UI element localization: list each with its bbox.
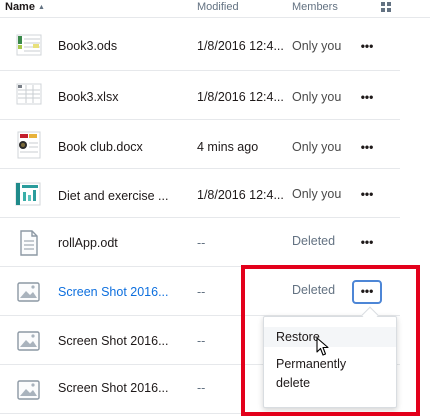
file-members: Only you <box>292 90 342 104</box>
file-modified: -- <box>197 334 206 348</box>
more-actions-button[interactable]: ••• <box>355 235 379 255</box>
file-name-link[interactable]: Screen Shot 2016... <box>58 285 169 299</box>
file-name[interactable]: Book3.xlsx <box>58 90 118 104</box>
more-actions-button[interactable]: ••• <box>355 39 379 59</box>
table-row[interactable]: Book club.docx 4 mins ago Only you ••• <box>0 121 400 169</box>
context-menu: Restore Permanently delete <box>263 316 397 408</box>
chart-thumbnail-icon <box>15 182 41 206</box>
permanently-delete-menu-item[interactable]: Permanently delete <box>264 355 396 393</box>
file-members: Deleted <box>292 283 336 297</box>
file-name[interactable]: Diet and exercise ... <box>58 189 168 203</box>
permanently-delete-label-line1: Permanently <box>276 357 347 371</box>
file-modified: 1/8/2016 12:4... <box>197 39 284 53</box>
permanently-delete-label-line2: delete <box>276 376 311 390</box>
image-icon <box>17 282 40 302</box>
table-row[interactable]: Screen Shot 2016... -- Deleted ••• <box>0 268 400 316</box>
members-column-header[interactable]: Members <box>292 1 338 13</box>
file-name[interactable]: Book3.ods <box>58 39 117 53</box>
file-modified: -- <box>197 381 206 395</box>
name-column-header[interactable]: Name ▲ <box>5 1 45 13</box>
file-modified: 4 mins ago <box>197 140 259 154</box>
file-modified: 1/8/2016 12:4... <box>197 188 284 202</box>
file-name[interactable]: Screen Shot 2016... <box>58 381 169 395</box>
image-icon <box>17 331 40 351</box>
file-list-header: Name ▲ Modified Members <box>0 0 430 18</box>
table-row[interactable]: Diet and exercise ... 1/8/2016 12:4... O… <box>0 170 400 218</box>
table-row[interactable]: rollApp.odt -- Deleted ••• <box>0 219 400 267</box>
spreadsheet-thumbnail-icon <box>16 34 42 56</box>
file-members: Deleted <box>292 234 336 248</box>
table-row[interactable]: Book3.ods 1/8/2016 12:4... Only you ••• <box>0 23 400 71</box>
more-actions-button[interactable]: ••• <box>355 90 379 110</box>
document-thumbnail-icon <box>17 131 41 159</box>
table-row[interactable]: Book3.xlsx 1/8/2016 12:4... Only you ••• <box>0 72 400 120</box>
modified-column-header[interactable]: Modified <box>197 1 239 13</box>
file-members: Only you <box>292 140 342 154</box>
file-name[interactable]: Book club.docx <box>58 140 143 154</box>
mouse-pointer-icon <box>316 337 329 356</box>
sort-ascending-icon: ▲ <box>37 4 45 11</box>
file-name[interactable]: rollApp.odt <box>58 236 118 250</box>
file-icon <box>20 230 38 256</box>
restore-menu-item[interactable]: Restore <box>264 327 396 347</box>
image-icon <box>17 380 40 400</box>
spreadsheet-thumbnail-icon <box>16 83 42 105</box>
file-name[interactable]: Screen Shot 2016... <box>58 334 169 348</box>
more-actions-button[interactable]: ••• <box>355 140 379 160</box>
more-actions-button[interactable]: ••• <box>355 187 379 207</box>
file-members: Only you <box>292 187 342 201</box>
file-members: Only you <box>292 39 342 53</box>
file-modified: -- <box>197 285 206 299</box>
more-actions-button-active[interactable]: ••• <box>352 280 382 304</box>
file-modified: -- <box>197 236 206 250</box>
file-modified: 1/8/2016 12:4... <box>197 90 284 104</box>
grid-view-icon[interactable] <box>381 2 391 12</box>
